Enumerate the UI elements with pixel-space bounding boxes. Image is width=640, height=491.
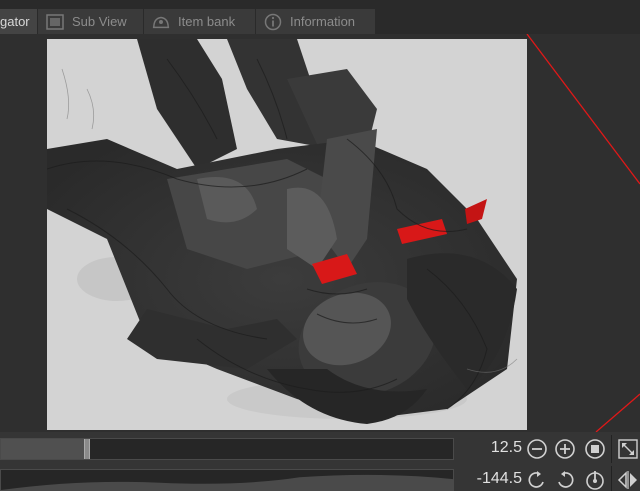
canvas-preview[interactable] xyxy=(47,39,527,430)
reset-rotation-button[interactable] xyxy=(583,468,607,491)
rotation-row: -144.5 xyxy=(0,466,640,491)
zoom-slider[interactable] xyxy=(0,438,454,460)
fit-to-window-button[interactable] xyxy=(583,437,607,461)
navigator-panel: gator Sub View Item bank Information 12.… xyxy=(0,0,640,491)
flip-horizontal-button[interactable] xyxy=(616,468,640,491)
tab-information[interactable]: Information xyxy=(256,9,376,34)
tab-sub-view[interactable]: Sub View xyxy=(38,9,144,34)
tab-sub-view-label: Sub View xyxy=(72,14,127,29)
tab-navigator[interactable]: gator xyxy=(0,9,38,34)
zoom-in-icon xyxy=(554,438,576,460)
zoom-out-icon xyxy=(526,438,548,460)
tab-navigator-label: gator xyxy=(0,14,30,29)
flip-horizontal-icon xyxy=(617,469,639,491)
canvas-artwork xyxy=(47,39,527,430)
tab-information-label: Information xyxy=(290,14,356,29)
rotate-left-icon xyxy=(526,469,548,491)
sub-view-icon xyxy=(46,13,64,31)
tab-item-bank[interactable]: Item bank xyxy=(144,9,256,34)
rotation-slider[interactable] xyxy=(0,469,454,491)
actual-size-icon xyxy=(617,438,639,460)
rotate-right-icon xyxy=(554,469,576,491)
toolbar-separator xyxy=(611,435,612,463)
fit-to-window-icon xyxy=(584,438,606,460)
rotation-value[interactable]: -144.5 xyxy=(460,470,522,488)
tab-item-bank-label: Item bank xyxy=(178,14,236,29)
zoom-slider-handle[interactable] xyxy=(83,439,90,459)
reset-rotation-icon xyxy=(584,469,606,491)
zoom-value[interactable]: 12.5 xyxy=(460,439,522,457)
rotation-slider-curve xyxy=(1,474,453,490)
information-icon xyxy=(264,13,282,31)
rotate-left-button[interactable] xyxy=(525,468,549,491)
item-bank-icon xyxy=(152,13,170,31)
actual-size-button[interactable] xyxy=(616,437,640,461)
toolbar-separator xyxy=(611,466,612,491)
zoom-slider-fill xyxy=(1,439,87,459)
rotate-right-button[interactable] xyxy=(553,468,577,491)
navigator-controls: 12.5 -144.5 xyxy=(0,432,640,491)
zoom-in-button[interactable] xyxy=(553,437,577,461)
zoom-out-button[interactable] xyxy=(525,437,549,461)
navigator-viewport[interactable] xyxy=(0,34,640,432)
zoom-row: 12.5 xyxy=(0,435,640,463)
panel-tab-bar: gator Sub View Item bank Information xyxy=(0,0,640,34)
